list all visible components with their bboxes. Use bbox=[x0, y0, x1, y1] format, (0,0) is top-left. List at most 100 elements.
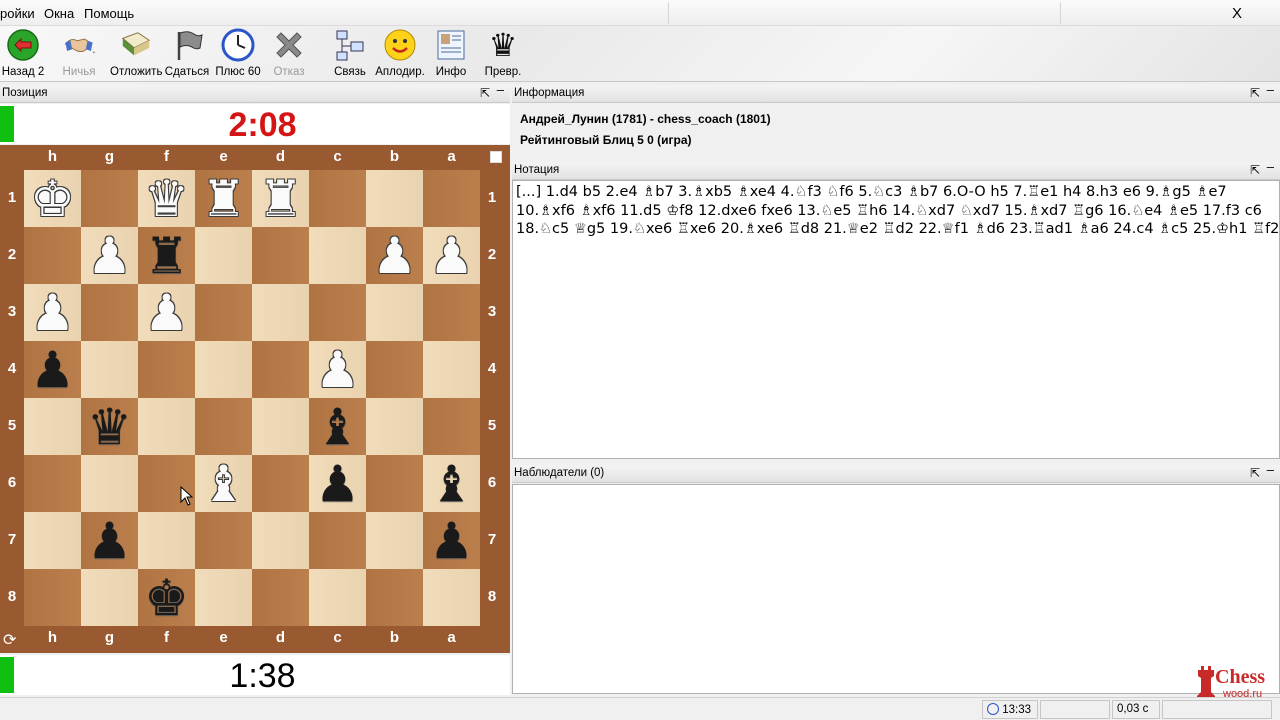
black-bishop-a6[interactable]: ♝ bbox=[423, 455, 480, 512]
white-pawn-g2[interactable]: ♟ bbox=[81, 227, 138, 284]
square-c7[interactable] bbox=[309, 512, 366, 569]
square-d7[interactable] bbox=[252, 512, 309, 569]
connection-button[interactable]: Связь bbox=[330, 26, 370, 82]
square-g1[interactable] bbox=[81, 170, 138, 227]
file-label-f: f bbox=[164, 629, 169, 646]
black-pawn-a7[interactable]: ♟ bbox=[423, 512, 480, 569]
square-a3[interactable] bbox=[423, 284, 480, 341]
square-b3[interactable] bbox=[366, 284, 423, 341]
draw-button[interactable]: Ничья bbox=[50, 26, 108, 82]
square-b4[interactable] bbox=[366, 341, 423, 398]
file-label-a: a bbox=[447, 148, 456, 165]
plus60-button[interactable]: Плюс 60 bbox=[214, 26, 262, 82]
black-queen-g5[interactable]: ♛ bbox=[81, 398, 138, 455]
info-card-icon bbox=[434, 28, 468, 62]
black-rook-f2[interactable]: ♜ bbox=[138, 227, 195, 284]
square-f7[interactable] bbox=[138, 512, 195, 569]
square-d6[interactable] bbox=[252, 455, 309, 512]
white-king-h1[interactable]: ♚ bbox=[24, 170, 81, 227]
white-pawn-a2[interactable]: ♟ bbox=[423, 227, 480, 284]
adjourn-button[interactable]: Отложить bbox=[110, 26, 162, 82]
back-button[interactable]: Назад 2 bbox=[0, 26, 46, 82]
white-pawn-c4[interactable]: ♟ bbox=[309, 341, 366, 398]
menu-windows[interactable]: Окна bbox=[44, 6, 74, 21]
pin-icon[interactable]: ⇱ bbox=[1250, 163, 1260, 177]
square-c8[interactable] bbox=[309, 569, 366, 626]
square-e8[interactable] bbox=[195, 569, 252, 626]
square-e4[interactable] bbox=[195, 341, 252, 398]
black-pawn-c6[interactable]: ♟ bbox=[309, 455, 366, 512]
square-f4[interactable] bbox=[138, 341, 195, 398]
square-b8[interactable] bbox=[366, 569, 423, 626]
flip-board-icon[interactable]: ⟳ bbox=[3, 630, 16, 650]
pin-icon[interactable]: ⇱ bbox=[480, 86, 490, 100]
square-d4[interactable] bbox=[252, 341, 309, 398]
black-pawn-h4[interactable]: ♟ bbox=[24, 341, 81, 398]
square-h8[interactable] bbox=[24, 569, 81, 626]
square-h6[interactable] bbox=[24, 455, 81, 512]
square-h7[interactable] bbox=[24, 512, 81, 569]
info-button[interactable]: Инфо bbox=[432, 26, 470, 82]
black-pawn-g7[interactable]: ♟ bbox=[81, 512, 138, 569]
board-settings-icon[interactable] bbox=[490, 151, 502, 163]
observers-panel[interactable] bbox=[512, 484, 1280, 694]
info-panel: Андрей_Лунин (1781) - chess_coach (1801)… bbox=[512, 104, 1280, 156]
white-pawn-h3[interactable]: ♟ bbox=[24, 284, 81, 341]
applaud-button[interactable]: Аплодир. bbox=[374, 26, 426, 82]
square-f5[interactable] bbox=[138, 398, 195, 455]
pin-icon[interactable]: ⇱ bbox=[1250, 86, 1260, 100]
square-b6[interactable] bbox=[366, 455, 423, 512]
resign-button[interactable]: Сдаться bbox=[164, 26, 210, 82]
file-label-c: c bbox=[333, 148, 342, 165]
minimize-icon[interactable]: ‒ bbox=[1267, 159, 1274, 174]
square-e5[interactable] bbox=[195, 398, 252, 455]
network-icon bbox=[333, 28, 367, 62]
decline-button[interactable]: Отказ bbox=[268, 26, 310, 82]
menu-settings[interactable]: ройки bbox=[0, 6, 35, 21]
square-g6[interactable] bbox=[81, 455, 138, 512]
square-a5[interactable] bbox=[423, 398, 480, 455]
notation-panel[interactable]: [...] 1.d4 b5 2.e4 ♗b7 3.♗xb5 ♗xe4 4.♘f3… bbox=[512, 180, 1280, 459]
square-b1[interactable] bbox=[366, 170, 423, 227]
square-c3[interactable] bbox=[309, 284, 366, 341]
square-d2[interactable] bbox=[252, 227, 309, 284]
minimize-icon[interactable]: ‒ bbox=[1267, 82, 1274, 97]
square-e7[interactable] bbox=[195, 512, 252, 569]
white-rook-d1[interactable]: ♜ bbox=[252, 170, 309, 227]
pin-icon[interactable]: ⇱ bbox=[1250, 466, 1260, 480]
square-e2[interactable] bbox=[195, 227, 252, 284]
rank-label-3: 3 bbox=[487, 303, 497, 320]
square-b5[interactable] bbox=[366, 398, 423, 455]
square-a1[interactable] bbox=[423, 170, 480, 227]
white-pawn-b2[interactable]: ♟ bbox=[366, 227, 423, 284]
square-e3[interactable] bbox=[195, 284, 252, 341]
square-a4[interactable] bbox=[423, 341, 480, 398]
menu-separator bbox=[1060, 2, 1061, 24]
square-h5[interactable] bbox=[24, 398, 81, 455]
white-pawn-f3[interactable]: ♟ bbox=[138, 284, 195, 341]
square-d3[interactable] bbox=[252, 284, 309, 341]
square-b7[interactable] bbox=[366, 512, 423, 569]
black-king-f8[interactable]: ♚ bbox=[138, 569, 195, 626]
square-h2[interactable] bbox=[24, 227, 81, 284]
promotion-button[interactable]: ♛ Превр. bbox=[480, 26, 526, 82]
minimize-icon[interactable]: ‒ bbox=[1267, 462, 1274, 477]
white-bishop-e6[interactable]: ♝ bbox=[195, 455, 252, 512]
black-bishop-c5[interactable]: ♝ bbox=[309, 398, 366, 455]
menu-help[interactable]: Помощь bbox=[84, 6, 134, 21]
square-d8[interactable] bbox=[252, 569, 309, 626]
white-rook-e1[interactable]: ♜ bbox=[195, 170, 252, 227]
white-queen-f1[interactable]: ♛ bbox=[138, 170, 195, 227]
square-c2[interactable] bbox=[309, 227, 366, 284]
close-button[interactable]: X bbox=[1232, 5, 1242, 22]
square-g8[interactable] bbox=[81, 569, 138, 626]
square-a8[interactable] bbox=[423, 569, 480, 626]
square-c1[interactable] bbox=[309, 170, 366, 227]
rank-label-1: 1 bbox=[487, 189, 497, 206]
rank-label-1: 1 bbox=[7, 189, 17, 206]
square-g3[interactable] bbox=[81, 284, 138, 341]
cross-icon bbox=[272, 28, 306, 62]
minimize-icon[interactable]: ‒ bbox=[497, 82, 504, 97]
square-g4[interactable] bbox=[81, 341, 138, 398]
square-d5[interactable] bbox=[252, 398, 309, 455]
